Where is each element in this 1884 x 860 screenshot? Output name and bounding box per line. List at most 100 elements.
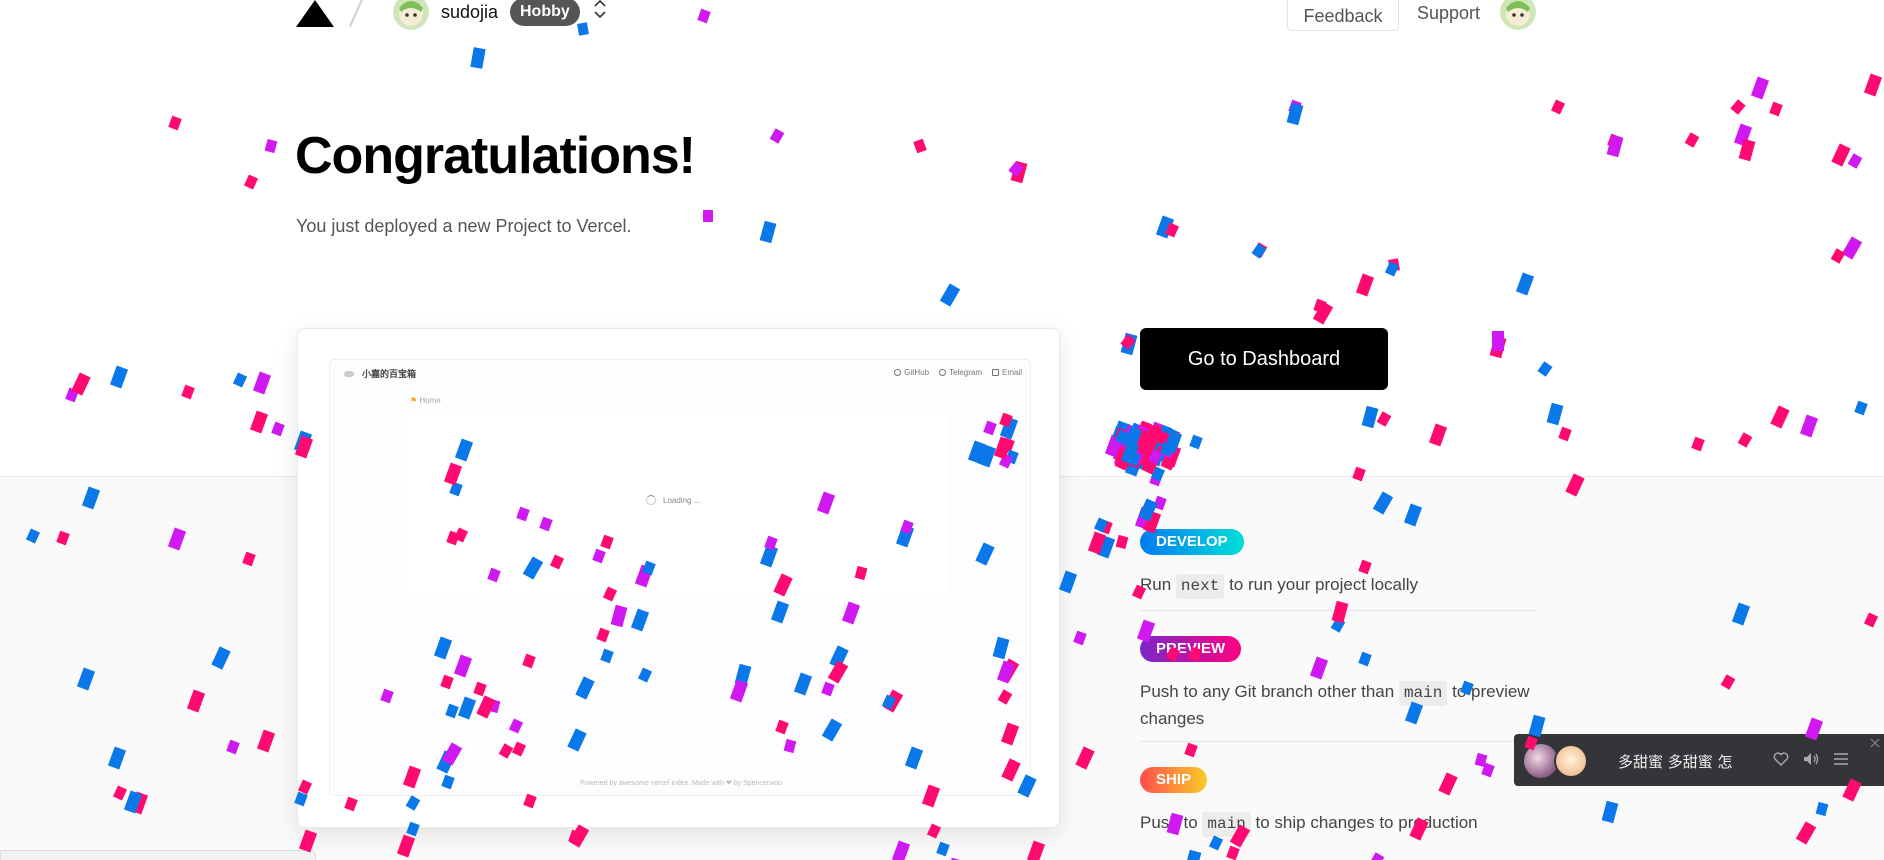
confetti-piece bbox=[1361, 405, 1379, 429]
plan-badge: Hobby bbox=[510, 0, 580, 26]
deployment-preview-card[interactable]: 小嘉的百宝箱 GitHub Telegram Email ⚑ Home Load… bbox=[297, 328, 1060, 828]
confetti-piece bbox=[1134, 432, 1154, 456]
confetti-piece bbox=[264, 138, 278, 154]
vercel-triangle-icon[interactable] bbox=[296, 0, 334, 27]
confetti-piece bbox=[1127, 451, 1141, 467]
confetti-piece bbox=[703, 210, 713, 222]
site-menu-icon bbox=[344, 371, 354, 377]
confetti-piece bbox=[1691, 436, 1705, 452]
confetti-piece bbox=[1189, 434, 1203, 450]
github-link: GitHub bbox=[894, 368, 929, 377]
code-snippet: main bbox=[1202, 812, 1251, 837]
confetti-piece bbox=[1251, 243, 1267, 259]
confetti-piece bbox=[1288, 99, 1302, 115]
confetti-piece bbox=[243, 174, 259, 190]
code-snippet: main bbox=[1398, 681, 1448, 706]
confetti-piece bbox=[1769, 101, 1783, 117]
user-avatar[interactable] bbox=[393, 0, 429, 30]
confetti-piece bbox=[1157, 440, 1173, 456]
confetti-piece bbox=[1129, 424, 1145, 440]
confetti-piece bbox=[1115, 445, 1135, 469]
confetti-piece bbox=[71, 372, 91, 396]
confetti-piece bbox=[1123, 424, 1139, 440]
confetti-piece bbox=[1153, 434, 1169, 450]
playlist-icon[interactable] bbox=[1832, 750, 1850, 768]
code-snippet: next bbox=[1175, 574, 1225, 599]
song-title: 多甜蜜 多甜蜜 怎能忘 bbox=[1618, 753, 1732, 771]
confetti-piece bbox=[1159, 433, 1173, 449]
confetti-piece bbox=[1854, 400, 1868, 416]
site-screenshot: 小嘉的百宝箱 GitHub Telegram Email ⚑ Home Load… bbox=[329, 359, 1031, 796]
confetti-piece bbox=[1607, 133, 1621, 149]
confetti-piece bbox=[939, 283, 961, 307]
confetti-piece bbox=[1489, 335, 1507, 359]
confetti-piece bbox=[1126, 445, 1146, 469]
confetti-piece bbox=[1770, 405, 1790, 429]
confetti-piece bbox=[1124, 429, 1144, 453]
confetti-piece bbox=[1141, 451, 1161, 475]
confetti-piece bbox=[1159, 435, 1179, 459]
step-description: Run next to run your project locally bbox=[1140, 572, 1536, 599]
confetti-piece bbox=[470, 47, 486, 69]
confetti-piece bbox=[1799, 414, 1819, 438]
confetti-piece bbox=[1138, 420, 1152, 436]
confetti-piece bbox=[1730, 99, 1746, 115]
top-navbar: sudojia Hobby Feedback Support bbox=[0, 0, 1884, 31]
confetti-piece bbox=[1133, 424, 1149, 440]
confetti-piece bbox=[1428, 423, 1448, 447]
site-breadcrumb: ⚑ Home bbox=[410, 396, 441, 405]
confetti-piece bbox=[1141, 426, 1161, 450]
confetti-piece bbox=[1120, 332, 1138, 356]
confetti-piece bbox=[1129, 429, 1149, 453]
flag-icon: ⚑ bbox=[410, 396, 418, 405]
music-player-widget[interactable]: 多甜蜜 多甜蜜 怎能忘 bbox=[1514, 734, 1884, 786]
confetti-piece bbox=[1154, 431, 1168, 447]
confetti-piece bbox=[1152, 424, 1166, 440]
browser-status-bar bbox=[0, 850, 316, 860]
confetti-piece bbox=[1107, 434, 1127, 458]
confetti-piece bbox=[1114, 427, 1128, 443]
confetti-piece bbox=[1312, 301, 1334, 325]
heart-icon[interactable] bbox=[1772, 750, 1790, 768]
confetti-piece bbox=[1124, 453, 1144, 477]
confetti-piece bbox=[1135, 438, 1149, 454]
confetti-piece bbox=[271, 421, 285, 437]
close-icon[interactable] bbox=[1870, 738, 1880, 748]
confetti-piece bbox=[1152, 431, 1168, 447]
page: sudojia Hobby Feedback Support Congratul… bbox=[0, 0, 1884, 860]
album-art-1 bbox=[1524, 744, 1558, 778]
feedback-button[interactable]: Feedback bbox=[1287, 0, 1399, 31]
step-preview: PREVIEW Push to any Git branch other tha… bbox=[1140, 636, 1536, 731]
confetti-piece bbox=[252, 371, 272, 395]
spinner-icon bbox=[646, 495, 656, 505]
confetti-piece bbox=[1145, 432, 1165, 456]
site-nav: GitHub Telegram Email bbox=[894, 368, 1022, 377]
email-link: Email bbox=[991, 368, 1022, 377]
confetti-piece bbox=[1134, 437, 1154, 461]
confetti-piece bbox=[1113, 444, 1133, 468]
confetti-piece bbox=[1738, 138, 1756, 162]
confetti-piece bbox=[1831, 143, 1851, 167]
support-link[interactable]: Support bbox=[1417, 3, 1480, 24]
confetti-piece bbox=[1313, 298, 1327, 314]
confetti-piece bbox=[1158, 426, 1178, 450]
confetti-piece bbox=[1830, 248, 1846, 264]
go-to-dashboard-button[interactable]: Go to Dashboard bbox=[1140, 328, 1388, 390]
album-cover[interactable] bbox=[1524, 744, 1592, 778]
chevron-up-down-icon[interactable] bbox=[592, 0, 608, 22]
profile-avatar[interactable] bbox=[1500, 0, 1536, 30]
confetti-piece bbox=[1155, 215, 1175, 239]
confetti-piece bbox=[1132, 434, 1146, 450]
breadcrumb-separator bbox=[348, 0, 364, 28]
confetti-piece bbox=[1684, 132, 1700, 148]
confetti-piece bbox=[65, 387, 79, 403]
confetti-piece bbox=[1111, 420, 1131, 444]
album-art-2 bbox=[1554, 744, 1588, 778]
github-icon bbox=[894, 369, 902, 376]
confetti-piece bbox=[1144, 438, 1164, 462]
volume-icon[interactable] bbox=[1802, 750, 1820, 768]
account-name[interactable]: sudojia bbox=[441, 2, 498, 23]
confetti-piece bbox=[1863, 73, 1883, 97]
confetti-piece bbox=[1162, 444, 1182, 468]
confetti-piece bbox=[1355, 273, 1375, 297]
